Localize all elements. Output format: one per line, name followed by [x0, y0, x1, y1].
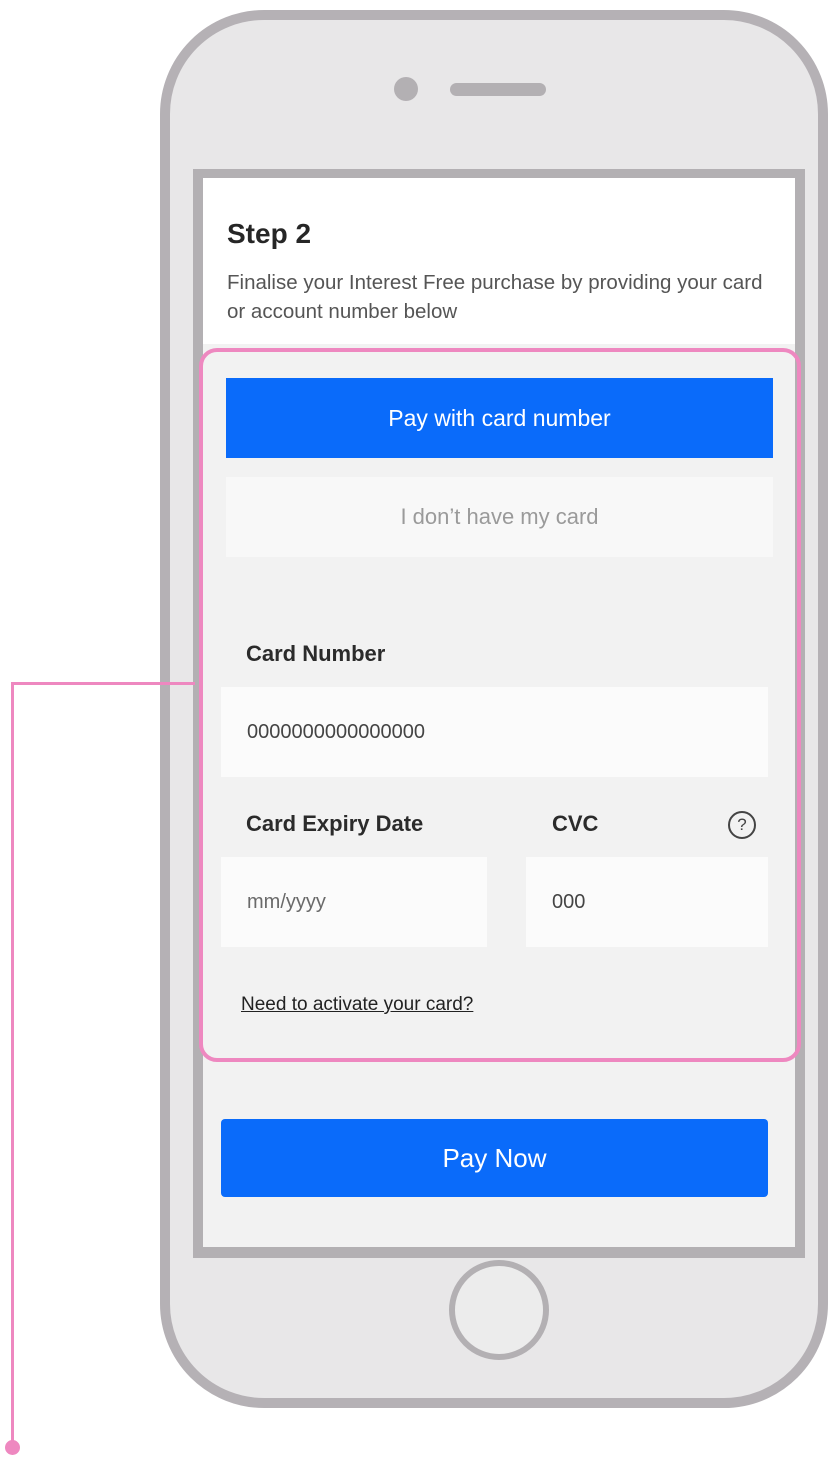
page-description: Finalise your Interest Free purchase by … — [227, 271, 763, 323]
page-title: Step 2 — [227, 218, 312, 249]
card-expiry-input[interactable]: mm/yyyy — [221, 857, 487, 947]
cvc-label: CVC — [552, 811, 599, 836]
card-expiry-label: Card Expiry Date — [246, 811, 424, 836]
callout-line-vertical — [11, 682, 14, 1448]
callout-dot — [5, 1440, 20, 1455]
question-mark-icon[interactable]: ? — [728, 811, 756, 839]
card-number-label: Card Number — [246, 641, 386, 666]
cvc-input[interactable]: 000 — [526, 857, 768, 947]
callout-line-horizontal — [11, 682, 195, 685]
pay-with-card-number-button[interactable]: Pay with card number — [226, 378, 773, 458]
activate-card-link[interactable]: Need to activate your card? — [241, 994, 473, 1016]
card-number-input[interactable]: 0000000000000000 — [221, 687, 768, 777]
home-button[interactable] — [449, 1260, 549, 1360]
speaker-grille — [450, 83, 546, 96]
front-camera — [394, 77, 418, 101]
pay-now-button[interactable]: Pay Now — [221, 1119, 768, 1197]
no-card-button[interactable]: I don’t have my card — [226, 477, 773, 557]
